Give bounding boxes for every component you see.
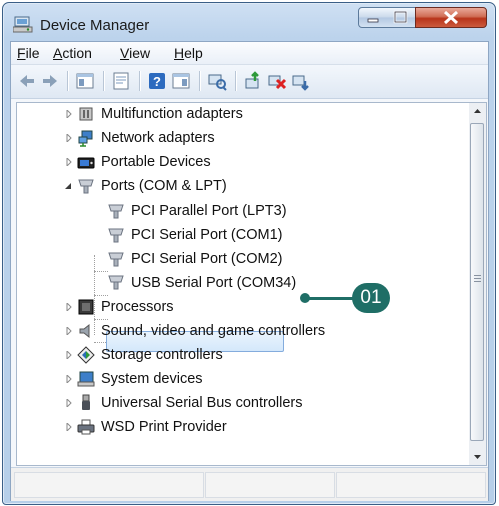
scan-hardware-icon[interactable] [207,71,227,91]
callout-connector [305,297,357,300]
usb-icon [82,394,90,410]
device-manager-window: Device Manager File Action View Help ? M… [2,2,496,505]
close-button[interactable] [415,7,487,28]
tree-item-label: PCI Serial Port (COM1) [131,227,283,243]
port-icon [108,275,124,290]
tree-item-label: Portable Devices [101,154,211,170]
back-arrow-icon[interactable] [17,71,37,91]
tree-item-label: Ports (COM & LPT) [101,178,227,194]
tree-item-usb-controllers[interactable]: Universal Serial Bus controllers [17,392,470,414]
show-hide-console-tree-icon[interactable] [75,71,95,91]
properties-icon[interactable] [111,71,131,91]
expand-arrow-icon[interactable] [65,399,73,407]
device-manager-icon [13,16,33,33]
port-icon [108,252,124,267]
tree-item-label: PCI Serial Port (COM2) [131,251,283,267]
tree-item-wsd-print-provider[interactable]: WSD Print Provider [17,416,470,438]
uninstall-icon[interactable] [267,71,287,91]
toolbar: ? [11,65,488,99]
menu-view[interactable]: View [120,45,150,61]
minimize-icon [367,18,379,23]
tree-item-label: Network adapters [101,130,215,146]
tree-item-ports[interactable]: Ports (COM & LPT) [17,175,470,197]
tree-item-network-adapters[interactable]: Network adapters [17,127,470,149]
expand-arrow-icon[interactable] [65,351,73,359]
tree-item-sound-video[interactable]: Sound, video and game controllers [17,320,470,342]
expand-arrow-icon[interactable] [65,423,73,431]
tree-item-label: Processors [101,299,174,315]
tree-item-label: Sound, video and game controllers [101,323,326,339]
forward-arrow-icon[interactable] [40,71,60,91]
scroll-down-icon[interactable] [469,448,486,465]
multifunction-icon [79,107,93,121]
tree-item-multifunction[interactable]: Multifunction adapters [17,103,470,125]
tree-item-label: System devices [101,371,203,387]
status-bar [11,467,488,501]
window-title: Device Manager [40,17,150,34]
tree-item-storage-controllers[interactable]: Storage controllers [17,344,470,366]
callout-anchor-dot [300,293,310,303]
status-pane [336,472,486,498]
port-icon [108,228,124,243]
tree-item-processors[interactable]: Processors [17,296,470,318]
expand-arrow-icon[interactable] [65,327,73,335]
status-pane [14,472,204,498]
expand-arrow-icon[interactable] [65,158,73,166]
device-tree[interactable]: Multifunction adapters Network adapters … [16,102,471,466]
scrollbar-thumb[interactable] [470,123,484,441]
tree-item-portable-devices[interactable]: Portable Devices [17,151,470,173]
collapse-arrow-icon[interactable] [64,182,72,190]
expand-arrow-icon[interactable] [65,375,73,383]
expand-arrow-icon[interactable] [65,110,73,118]
expand-arrow-icon[interactable] [65,134,73,142]
vertical-scrollbar[interactable] [469,102,487,466]
tree-item-label: Multifunction adapters [101,106,243,122]
tree-item-pci-serial-port-com2[interactable]: PCI Serial Port (COM2) [17,248,470,270]
menu-bar: File Action View Help [11,42,488,65]
tree-item-pci-parallel-port[interactable]: PCI Parallel Port (LPT3) [17,200,470,222]
action-pane-icon[interactable] [171,71,191,91]
minimize-button[interactable] [358,7,388,28]
port-icon [78,179,94,194]
svg-text:?: ? [153,74,161,89]
tree-item-usb-serial-port[interactable]: USB Serial Port (COM34) [17,272,470,294]
tree-item-label: WSD Print Provider [101,419,227,435]
network-icon [78,130,93,147]
help-icon[interactable]: ? [147,71,167,91]
tree-item-label: Universal Serial Bus controllers [101,395,303,411]
tree-item-label: PCI Parallel Port (LPT3) [131,203,287,219]
port-icon [108,204,124,219]
client-area: File Action View Help ? Multifunction ad… [10,41,489,501]
menu-file[interactable]: File [17,45,40,61]
processor-icon [78,299,94,315]
scroll-up-icon[interactable] [469,103,486,120]
menu-action[interactable]: Action [53,45,92,61]
speaker-icon [79,323,90,339]
tree-item-system-devices[interactable]: System devices [17,368,470,390]
tree-item-pci-serial-port-com1[interactable]: PCI Serial Port (COM1) [17,224,470,246]
expand-arrow-icon[interactable] [65,303,73,311]
status-pane [205,472,335,498]
tree-item-label: Storage controllers [101,347,223,363]
portable-devices-icon [77,157,95,169]
update-driver-icon[interactable] [243,71,263,91]
menu-help[interactable]: Help [174,45,203,61]
storage-icon [77,346,95,364]
system-icon [77,371,95,387]
printer-icon [77,419,95,435]
close-icon [443,10,459,25]
maximize-button[interactable] [387,7,416,28]
title-bar[interactable]: Device Manager [3,3,495,41]
disable-device-icon[interactable] [291,71,311,91]
maximize-icon [393,10,408,24]
tree-item-label: USB Serial Port (COM34) [131,275,297,291]
callout-badge: 01 [352,283,390,313]
